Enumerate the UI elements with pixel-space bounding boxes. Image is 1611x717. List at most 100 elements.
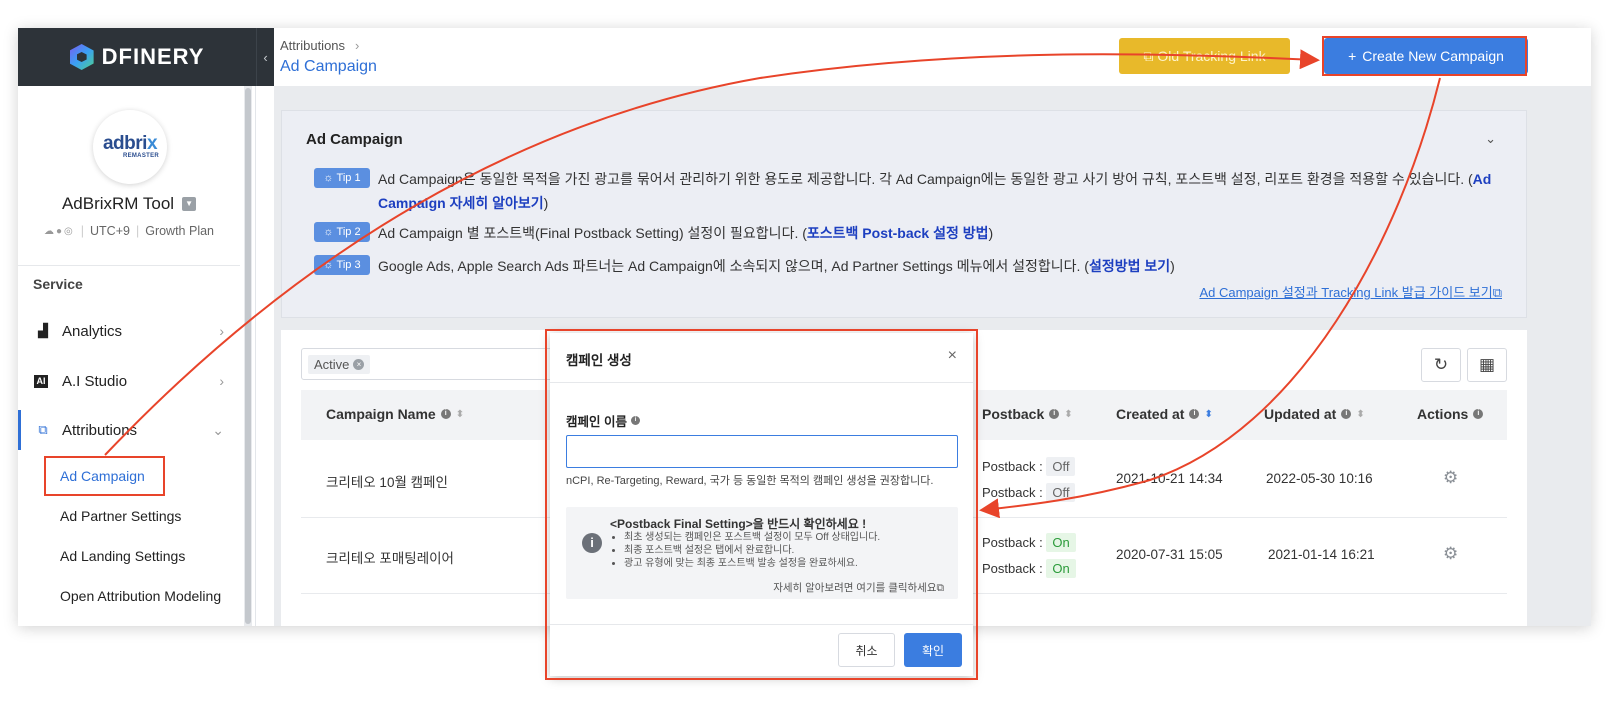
- old-tracking-link-button[interactable]: ⧉ Old Tracking Link: [1119, 38, 1290, 74]
- filter-chip[interactable]: Active ×: [308, 354, 371, 374]
- sidebar: DFINERY adbrix REMASTER AdBrixRM Tool ▼ …: [18, 28, 256, 626]
- postback-label: Postback :: [982, 561, 1043, 576]
- tip-text: Google Ads, Apple Search Ads 파트너는 Ad Cam…: [378, 254, 1175, 278]
- app-switcher[interactable]: AdBrixRM Tool ▼: [18, 194, 240, 214]
- refresh-button[interactable]: ↻: [1421, 348, 1461, 382]
- postback-status: Postback : Off: [982, 483, 1076, 502]
- sort-icon[interactable]: ⬍: [1064, 409, 1072, 420]
- col-label: Actions: [1417, 406, 1469, 422]
- page-title: Ad Campaign: [280, 58, 377, 75]
- campaign-name[interactable]: 크리테오 포매팅레이어: [326, 547, 454, 567]
- app-meta: ☁●◎ | UTC+9 | Growth Plan: [44, 224, 214, 238]
- column-settings-button[interactable]: ▦: [1467, 348, 1507, 382]
- external-link-icon: ⧉: [1143, 47, 1154, 64]
- col-actions: Actions i: [1417, 406, 1484, 422]
- col-postback[interactable]: Postback i ⬍: [982, 406, 1073, 422]
- lightbulb-icon: ☼: [323, 172, 334, 184]
- bar-chart-icon: ▟: [38, 323, 48, 338]
- avatar-logo-accent: x: [146, 133, 158, 154]
- postback-off-badge: Off: [1046, 457, 1076, 476]
- tip-text: Ad Campaign 별 포스트백(Final Postback Settin…: [378, 221, 993, 245]
- tip-badge: ☼ Tip 2: [314, 222, 370, 242]
- dfinery-logo-icon: [69, 44, 94, 70]
- tip-text: Ad Campaign은 동일한 목적을 가진 광고를 묶어서 관리하기 위한 …: [378, 167, 1499, 215]
- guide-link-label: Ad Campaign 설정과 Tracking Link 발급 가이드 보기: [1199, 285, 1493, 300]
- info-icon: i: [440, 409, 451, 419]
- app-profile: adbrix REMASTER AdBrixRM Tool ▼ ☁●◎ | UT…: [18, 86, 240, 266]
- gear-icon[interactable]: ⚙: [1443, 544, 1458, 564]
- col-label: Updated at: [1264, 406, 1337, 422]
- tip-1: ☼ Tip 1 Ad Campaign은 동일한 목적을 가진 광고를 묶어서 관…: [314, 167, 1499, 215]
- postback-status: Postback : On: [982, 533, 1076, 552]
- sidebar-collapse-button[interactable]: ‹: [256, 28, 274, 86]
- tip-tail: ): [1170, 258, 1175, 274]
- tip-body: Ad Campaign 별 포스트백(Final Postback Settin…: [378, 225, 807, 241]
- chevron-right-icon: ›: [355, 38, 360, 53]
- tip-tail: ): [543, 195, 549, 211]
- chevron-right-icon: ›: [219, 373, 224, 389]
- col-label: Campaign Name: [326, 406, 436, 422]
- app-name: AdBrixRM Tool: [61, 194, 175, 213]
- info-icon: i: [1473, 409, 1484, 419]
- sidebar-subitem-ad-landing-settings[interactable]: Ad Landing Settings: [60, 548, 185, 564]
- chevron-left-icon: ‹: [263, 49, 268, 65]
- refresh-icon: ↻: [1433, 355, 1449, 374]
- sort-icon[interactable]: ⬍: [1204, 409, 1212, 420]
- col-label: Postback: [982, 406, 1045, 422]
- col-campaign-name[interactable]: Campaign Name i ⬍: [326, 406, 464, 422]
- lightbulb-icon: ☼: [323, 226, 334, 238]
- created-at: 2020-07-31 15:05: [1116, 547, 1223, 562]
- postback-off-badge: Off: [1046, 483, 1076, 502]
- info-icon: i: [1341, 409, 1352, 419]
- platform-icons: ☁●◎: [44, 225, 75, 237]
- close-icon[interactable]: ×: [353, 358, 365, 370]
- sidebar-item-label: Analytics: [62, 322, 123, 340]
- sidebar-scrollbar[interactable]: [244, 86, 252, 626]
- tip-link[interactable]: 포스트백 Post-back 설정 방법: [807, 225, 989, 241]
- tip-body: Google Ads, Apple Search Ads 파트너는 Ad Cam…: [378, 258, 1089, 274]
- col-label: Created at: [1116, 406, 1185, 422]
- updated-at: 2022-05-30 10:16: [1266, 471, 1373, 486]
- table-icon: ▦: [1478, 355, 1496, 374]
- timezone: UTC+9: [90, 224, 130, 238]
- campaign-name[interactable]: 크리테오 10월 캠페인: [326, 471, 448, 491]
- postback-on-badge: On: [1046, 559, 1076, 578]
- app-avatar: adbrix REMASTER: [93, 110, 167, 184]
- tip-badge: ☼ Tip 1: [314, 168, 370, 188]
- col-updated-at[interactable]: Updated at i ⬍: [1264, 406, 1365, 422]
- breadcrumb-item[interactable]: Attributions: [280, 38, 345, 53]
- tip-tail: ): [988, 225, 994, 241]
- sidebar-subitem-open-attribution-modeling[interactable]: Open Attribution Modeling: [60, 588, 221, 604]
- external-link-icon: ⧉: [1492, 285, 1502, 300]
- tip-3: ☼ Tip 3 Google Ads, Apple Search Ads 파트너는…: [314, 254, 1175, 278]
- guide-link[interactable]: Ad Campaign 설정과 Tracking Link 발급 가이드 보기⧉: [1199, 282, 1502, 301]
- tip-badge: ☼ Tip 3: [314, 255, 370, 275]
- sidebar-item-ai-studio[interactable]: AI A.I Studio ›: [18, 361, 240, 401]
- updated-at: 2021-01-14 16:21: [1268, 547, 1375, 562]
- sort-icon[interactable]: ⬍: [1356, 409, 1364, 420]
- chevron-right-icon: ›: [219, 323, 224, 339]
- dropdown-icon[interactable]: ▼: [182, 197, 197, 211]
- tip-link[interactable]: 설정방법 보기: [1089, 258, 1170, 274]
- postback-label: Postback :: [982, 459, 1043, 474]
- tip-2: ☼ Tip 2 Ad Campaign 별 포스트백(Final Postback…: [314, 221, 993, 245]
- postback-status: Postback : Off: [982, 457, 1076, 476]
- sidebar-subitem-ad-partner-settings[interactable]: Ad Partner Settings: [60, 508, 181, 524]
- postback-on-badge: On: [1046, 533, 1076, 552]
- sort-icon[interactable]: ⬍: [456, 409, 464, 420]
- chevron-down-icon[interactable]: ⌄: [1485, 131, 1496, 147]
- sidebar-item-attributions[interactable]: ⧉ Attributions ⌄: [18, 410, 240, 450]
- tip-badge-label: Tip 1: [336, 172, 361, 184]
- highlight-ad-campaign: [44, 456, 165, 496]
- chevron-down-icon: ⌄: [212, 421, 224, 438]
- filter-input[interactable]: Active ×: [301, 348, 561, 380]
- postback-label: Postback :: [982, 535, 1043, 550]
- lightbulb-icon: ☼: [323, 259, 334, 271]
- highlight-dialog: [545, 329, 978, 680]
- sidebar-item-analytics[interactable]: ▟ Analytics ›: [18, 311, 240, 351]
- highlight-create-button: [1322, 36, 1527, 76]
- brand-bar[interactable]: DFINERY: [18, 28, 256, 86]
- breadcrumb: Attributions ›: [280, 38, 359, 53]
- gear-icon[interactable]: ⚙: [1443, 468, 1458, 488]
- col-created-at[interactable]: Created at i ⬍: [1116, 406, 1213, 422]
